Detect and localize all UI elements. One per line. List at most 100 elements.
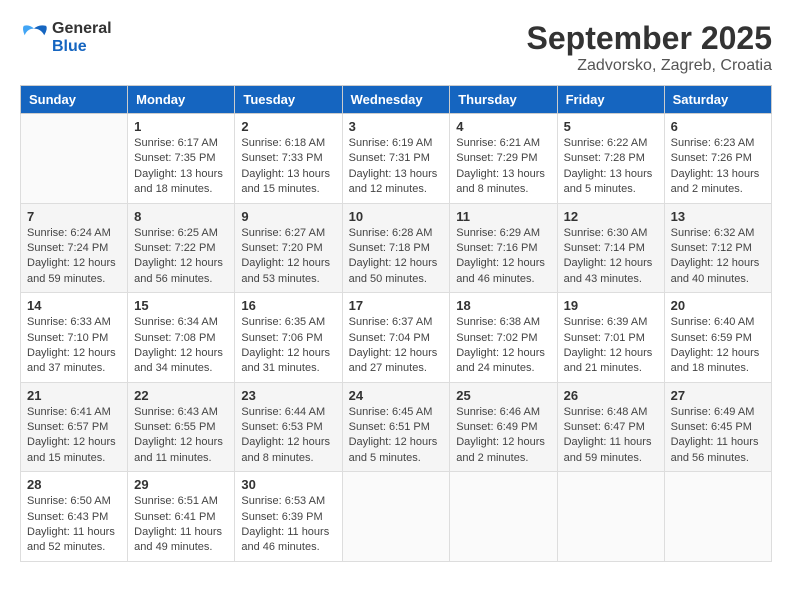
day-info: Sunrise: 6:40 AMSunset: 6:59 PMDaylight:…: [671, 315, 765, 377]
day-info: Sunrise: 6:41 AMSunset: 6:57 PMDaylight:…: [27, 405, 121, 467]
calendar-cell: 25 Sunrise: 6:46 AMSunset: 6:49 PMDayligh…: [450, 382, 557, 472]
title-block: September 2025 Zadvorsko, Zagreb, Croati…: [527, 20, 772, 75]
day-info: Sunrise: 6:19 AMSunset: 7:31 PMDaylight:…: [349, 136, 444, 198]
day-info: Sunrise: 6:34 AMSunset: 7:08 PMDaylight:…: [134, 315, 228, 377]
calendar-cell: 19Sunrise: 6:39 AMSunset: 7:01 PMDayligh…: [557, 293, 664, 383]
day-number: 16: [241, 298, 335, 313]
day-info: Sunrise: 6:45 AMSunset: 6:51 PMDaylight:…: [349, 405, 444, 467]
day-info: Sunrise: 6:24 AMSunset: 7:24 PMDaylight:…: [27, 226, 121, 288]
day-info: Sunrise: 6:29 AMSunset: 7:16 PMDaylight:…: [456, 226, 550, 288]
calendar-week-2: 7 Sunrise: 6:24 AMSunset: 7:24 PMDaylight…: [21, 203, 772, 293]
calendar: SundayMondayTuesdayWednesdayThursdayFrid…: [20, 85, 772, 562]
calendar-cell: 16Sunrise: 6:35 AMSunset: 7:06 PMDayligh…: [235, 293, 342, 383]
day-info: Sunrise: 6:30 AMSunset: 7:14 PMDaylight:…: [564, 226, 658, 288]
calendar-cell: 11 Sunrise: 6:29 AMSunset: 7:16 PMDayligh…: [450, 203, 557, 293]
calendar-header-row: SundayMondayTuesdayWednesdayThursdayFrid…: [21, 86, 772, 114]
day-number: 30: [241, 477, 335, 492]
calendar-week-5: 28 Sunrise: 6:50 AMSunset: 6:43 PMDayligh…: [21, 472, 772, 562]
day-number: 23: [241, 388, 335, 403]
day-number: 6: [671, 119, 765, 134]
calendar-cell: 14 Sunrise: 6:33 AMSunset: 7:10 PMDayligh…: [21, 293, 128, 383]
day-info: Sunrise: 6:21 AMSunset: 7:29 PMDaylight:…: [456, 136, 550, 198]
day-info: Sunrise: 6:50 AMSunset: 6:43 PMDaylight:…: [27, 494, 121, 556]
day-info: Sunrise: 6:22 AMSunset: 7:28 PMDaylight:…: [564, 136, 658, 198]
location: Zadvorsko, Zagreb, Croatia: [527, 57, 772, 75]
day-number: 24: [349, 388, 444, 403]
page-header: General Blue September 2025 Zadvorsko, Z…: [20, 20, 772, 75]
day-number: 29: [134, 477, 228, 492]
calendar-cell: 29 Sunrise: 6:51 AMSunset: 6:41 PMDayligh…: [128, 472, 235, 562]
calendar-week-1: 1 Sunrise: 6:17 AMSunset: 7:35 PMDaylight…: [21, 114, 772, 204]
calendar-cell: [557, 472, 664, 562]
day-number: 3: [349, 119, 444, 134]
calendar-cell: 3 Sunrise: 6:19 AMSunset: 7:31 PMDaylight…: [342, 114, 450, 204]
day-number: 7: [27, 209, 121, 224]
calendar-cell: 22 Sunrise: 6:43 AMSunset: 6:55 PMDayligh…: [128, 382, 235, 472]
day-info: Sunrise: 6:49 AMSunset: 6:45 PMDaylight:…: [671, 405, 765, 467]
day-info: Sunrise: 6:28 AMSunset: 7:18 PMDaylight:…: [349, 226, 444, 288]
month-title: September 2025: [527, 20, 772, 57]
column-header-saturday: Saturday: [664, 86, 771, 114]
calendar-cell: 18 Sunrise: 6:38 AMSunset: 7:02 PMDayligh…: [450, 293, 557, 383]
day-info: Sunrise: 6:33 AMSunset: 7:10 PMDaylight:…: [27, 315, 121, 377]
calendar-cell: 27Sunrise: 6:49 AMSunset: 6:45 PMDayligh…: [664, 382, 771, 472]
day-info: Sunrise: 6:53 AMSunset: 6:39 PMDaylight:…: [241, 494, 335, 556]
logo-text: General Blue: [52, 20, 112, 56]
day-number: 12: [564, 209, 658, 224]
day-number: 4: [456, 119, 550, 134]
calendar-cell: 5 Sunrise: 6:22 AMSunset: 7:28 PMDaylight…: [557, 114, 664, 204]
day-info: Sunrise: 6:38 AMSunset: 7:02 PMDaylight:…: [456, 315, 550, 377]
calendar-cell: 28 Sunrise: 6:50 AMSunset: 6:43 PMDayligh…: [21, 472, 128, 562]
day-info: Sunrise: 6:37 AMSunset: 7:04 PMDaylight:…: [349, 315, 444, 377]
calendar-cell: 8 Sunrise: 6:25 AMSunset: 7:22 PMDaylight…: [128, 203, 235, 293]
day-number: 25: [456, 388, 550, 403]
day-number: 21: [27, 388, 121, 403]
day-number: 8: [134, 209, 228, 224]
day-number: 28: [27, 477, 121, 492]
day-number: 14: [27, 298, 121, 313]
day-number: 18: [456, 298, 550, 313]
day-info: Sunrise: 6:51 AMSunset: 6:41 PMDaylight:…: [134, 494, 228, 556]
day-number: 15: [134, 298, 228, 313]
day-number: 10: [349, 209, 444, 224]
day-info: Sunrise: 6:44 AMSunset: 6:53 PMDaylight:…: [241, 405, 335, 467]
logo-icon: [20, 24, 48, 52]
calendar-cell: [21, 114, 128, 204]
day-info: Sunrise: 6:25 AMSunset: 7:22 PMDaylight:…: [134, 226, 228, 288]
day-number: 22: [134, 388, 228, 403]
calendar-cell: 21 Sunrise: 6:41 AMSunset: 6:57 PMDayligh…: [21, 382, 128, 472]
column-header-sunday: Sunday: [21, 86, 128, 114]
day-info: Sunrise: 6:18 AMSunset: 7:33 PMDaylight:…: [241, 136, 335, 198]
day-number: 11: [456, 209, 550, 224]
calendar-cell: 9Sunrise: 6:27 AMSunset: 7:20 PMDaylight…: [235, 203, 342, 293]
column-header-thursday: Thursday: [450, 86, 557, 114]
day-info: Sunrise: 6:17 AMSunset: 7:35 PMDaylight:…: [134, 136, 228, 198]
day-info: Sunrise: 6:32 AMSunset: 7:12 PMDaylight:…: [671, 226, 765, 288]
calendar-cell: [342, 472, 450, 562]
calendar-cell: 7 Sunrise: 6:24 AMSunset: 7:24 PMDaylight…: [21, 203, 128, 293]
day-number: 1: [134, 119, 228, 134]
calendar-cell: 10 Sunrise: 6:28 AMSunset: 7:18 PMDayligh…: [342, 203, 450, 293]
column-header-monday: Monday: [128, 86, 235, 114]
column-header-tuesday: Tuesday: [235, 86, 342, 114]
column-header-friday: Friday: [557, 86, 664, 114]
day-info: Sunrise: 6:46 AMSunset: 6:49 PMDaylight:…: [456, 405, 550, 467]
calendar-week-4: 21 Sunrise: 6:41 AMSunset: 6:57 PMDayligh…: [21, 382, 772, 472]
day-number: 13: [671, 209, 765, 224]
calendar-cell: 4 Sunrise: 6:21 AMSunset: 7:29 PMDaylight…: [450, 114, 557, 204]
calendar-week-3: 14 Sunrise: 6:33 AMSunset: 7:10 PMDayligh…: [21, 293, 772, 383]
day-info: Sunrise: 6:43 AMSunset: 6:55 PMDaylight:…: [134, 405, 228, 467]
day-number: 20: [671, 298, 765, 313]
calendar-cell: [450, 472, 557, 562]
day-number: 5: [564, 119, 658, 134]
logo: General Blue: [20, 20, 112, 56]
day-number: 17: [349, 298, 444, 313]
calendar-cell: 17 Sunrise: 6:37 AMSunset: 7:04 PMDayligh…: [342, 293, 450, 383]
day-number: 19: [564, 298, 658, 313]
calendar-cell: [664, 472, 771, 562]
day-info: Sunrise: 6:48 AMSunset: 6:47 PMDaylight:…: [564, 405, 658, 467]
column-header-wednesday: Wednesday: [342, 86, 450, 114]
calendar-cell: 13 Sunrise: 6:32 AMSunset: 7:12 PMDayligh…: [664, 203, 771, 293]
calendar-cell: 12 Sunrise: 6:30 AMSunset: 7:14 PMDayligh…: [557, 203, 664, 293]
calendar-cell: 1 Sunrise: 6:17 AMSunset: 7:35 PMDaylight…: [128, 114, 235, 204]
